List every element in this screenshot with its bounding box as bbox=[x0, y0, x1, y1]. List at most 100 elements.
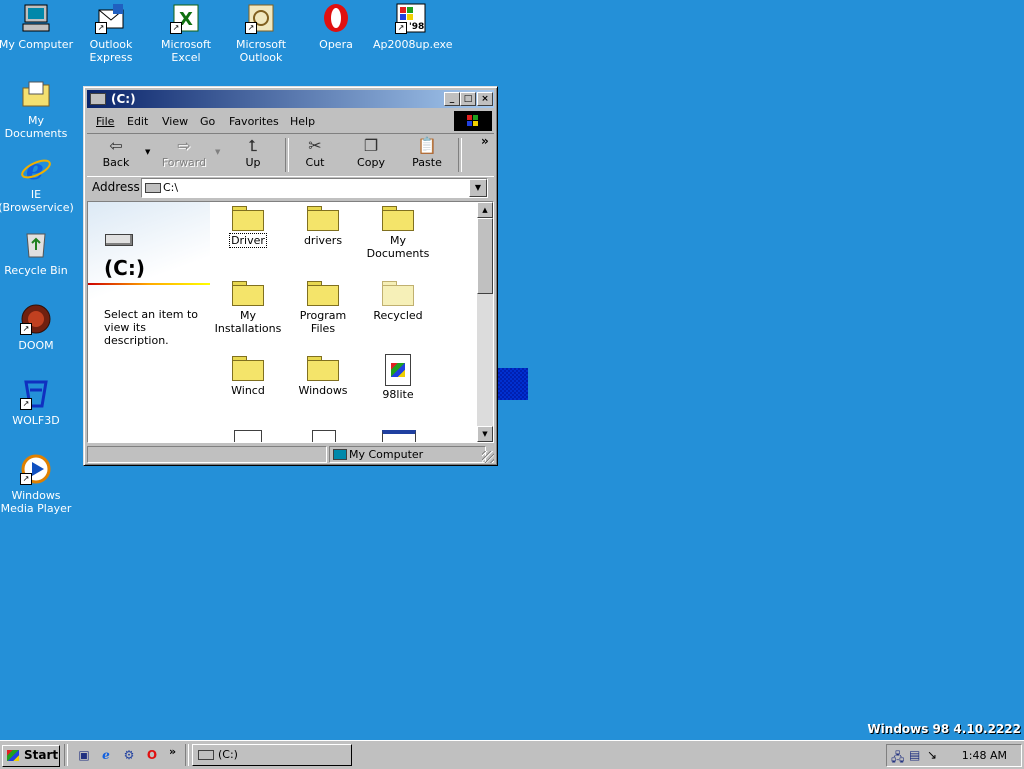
file-item-wincd[interactable]: Wincd bbox=[212, 356, 284, 397]
ie-icon[interactable]: e bbox=[98, 747, 114, 763]
status-bar: My Computer bbox=[87, 445, 494, 463]
clock[interactable]: 1:48 AM bbox=[962, 749, 1007, 762]
menu-edit[interactable]: Edit bbox=[127, 115, 148, 128]
desktop-icon-label: Opera bbox=[319, 38, 353, 51]
folder-icon bbox=[232, 356, 264, 381]
ie-icon: e bbox=[20, 152, 52, 186]
file-item-program-files[interactable]: Program Files bbox=[287, 281, 359, 335]
back-button[interactable]: ⇦ Back bbox=[91, 136, 141, 174]
desktop-icon-ie[interactable]: e IE (Browservice) bbox=[0, 152, 74, 214]
desktop-icon-label: Outlook Express bbox=[89, 38, 133, 64]
desktop-selection-artifact bbox=[496, 368, 528, 400]
window-titlebar[interactable]: (C:) _ □ × bbox=[87, 90, 494, 108]
drive-icon bbox=[90, 93, 106, 105]
opera-icon[interactable]: O bbox=[144, 747, 160, 763]
desktop-icon-label: My Documents bbox=[4, 114, 68, 140]
show-desktop-icon[interactable]: ▣ bbox=[76, 747, 92, 763]
desktop-icon-excel[interactable]: X ↗ Microsoft Excel bbox=[148, 2, 224, 64]
cut-button[interactable]: ✂ Cut bbox=[290, 136, 340, 174]
shortcut-arrow-icon: ↗ bbox=[395, 22, 407, 34]
shortcut-arrow-icon: ↗ bbox=[95, 22, 107, 34]
svg-text:e: e bbox=[26, 153, 44, 184]
toolbar-more-chevron[interactable]: » bbox=[481, 134, 489, 148]
desktop-icon-label: WOLF3D bbox=[12, 414, 60, 427]
title-divider bbox=[88, 283, 210, 285]
desktop-icon-recycle-bin[interactable]: Recycle Bin bbox=[0, 228, 74, 277]
scroll-up-button[interactable]: ▲ bbox=[477, 202, 493, 218]
menu-go[interactable]: Go bbox=[200, 115, 215, 128]
folder-icon bbox=[307, 206, 339, 231]
desktop-icon-opera[interactable]: Opera bbox=[298, 2, 374, 51]
close-button[interactable]: × bbox=[477, 92, 493, 106]
desktop-icon-outlook[interactable]: ↗ Microsoft Outlook bbox=[223, 2, 299, 64]
menu-help[interactable]: Help bbox=[290, 115, 315, 128]
desktop-icon-media-player[interactable]: ↗ Windows Media Player bbox=[0, 453, 74, 515]
desktop-icon-label: IE (Browservice) bbox=[0, 188, 74, 214]
back-dropdown-icon[interactable]: ▼ bbox=[145, 148, 150, 156]
desktop-icon-outlook-express[interactable]: ↗ Outlook Express bbox=[73, 2, 149, 64]
file-item-windows[interactable]: Windows bbox=[287, 356, 359, 397]
web-view-left-pane: (C:) Select an item to view its descript… bbox=[88, 202, 210, 442]
folder-icon bbox=[232, 206, 264, 231]
svg-text:'98: '98 bbox=[409, 22, 424, 32]
copy-button[interactable]: ❐ Copy bbox=[346, 136, 396, 174]
menu-favorites[interactable]: Favorites bbox=[229, 115, 279, 128]
file-item-partial[interactable] bbox=[234, 430, 262, 442]
computer-icon bbox=[20, 2, 52, 34]
toolbar: ⇦ Back ▼ ⇨ Forward ▼ ⮤ Up ✂ Cut ❐ Copy 📋… bbox=[87, 133, 494, 177]
address-field[interactable]: C:\ ▼ bbox=[141, 178, 488, 198]
desktop-icon-label: Windows Media Player bbox=[0, 489, 72, 515]
explorer-window[interactable]: (C:) _ □ × File Edit View Go Favorites H… bbox=[83, 86, 498, 466]
quicklaunch-more-chevron[interactable]: » bbox=[169, 745, 176, 758]
forward-button[interactable]: ⇨ Forward bbox=[159, 136, 209, 174]
file-item-driver[interactable]: Driver bbox=[212, 206, 284, 248]
scroll-down-button[interactable]: ▼ bbox=[477, 426, 493, 442]
shortcut-arrow-icon: ↗ bbox=[20, 398, 32, 410]
doom-icon: ↗ bbox=[20, 303, 52, 335]
address-dropdown-button[interactable]: ▼ bbox=[469, 179, 487, 197]
file-item-recycled[interactable]: Recycled bbox=[362, 281, 434, 322]
vertical-scrollbar[interactable]: ▲ ▼ bbox=[477, 202, 493, 442]
shortcut-arrow-icon: ↗ bbox=[20, 323, 32, 335]
desktop-icon-ap2008up[interactable]: '98 ↗ Ap2008up.exe bbox=[373, 2, 452, 51]
menu-view[interactable]: View bbox=[162, 115, 188, 128]
folder-documents-icon bbox=[20, 78, 52, 110]
folder-icon bbox=[232, 281, 264, 306]
minimize-button[interactable]: _ bbox=[444, 92, 460, 106]
toolbar-separator bbox=[285, 138, 289, 172]
scheduler-icon[interactable]: ▤ bbox=[909, 748, 920, 762]
windows-version-watermark: Windows 98 4.10.2222 bbox=[867, 722, 1021, 736]
menu-file[interactable]: File bbox=[96, 115, 114, 128]
file-item-my-documents[interactable]: My Documents bbox=[359, 206, 437, 260]
paste-button[interactable]: 📋 Paste bbox=[402, 136, 452, 174]
network-icon[interactable]: 🖧 bbox=[891, 748, 904, 769]
maximize-button[interactable]: □ bbox=[460, 92, 476, 106]
file-item-my-installations[interactable]: My Installations bbox=[212, 281, 284, 335]
scroll-thumb[interactable] bbox=[477, 218, 493, 294]
task-button-c-drive[interactable]: (C:) bbox=[192, 744, 352, 766]
desktop-icon-my-computer[interactable]: My Computer bbox=[0, 2, 74, 51]
taskbar: Start ▣ e ⚙ O » (C:) 🖧 ▤ ↘ 1:48 AM bbox=[0, 740, 1024, 769]
file-item-partial[interactable] bbox=[312, 430, 336, 442]
desktop-icon-my-documents[interactable]: My Documents bbox=[0, 78, 74, 140]
windows-logo-icon bbox=[454, 111, 492, 131]
up-button[interactable]: ⮤ Up bbox=[228, 136, 278, 174]
forward-dropdown-icon[interactable]: ▼ bbox=[215, 148, 220, 156]
up-folder-icon: ⮤ bbox=[248, 136, 258, 155]
volume-icon[interactable]: ↘ bbox=[927, 748, 937, 762]
desktop-icon-doom[interactable]: ↗ DOOM bbox=[0, 303, 74, 352]
file-item-98lite[interactable]: 98lite bbox=[362, 354, 434, 401]
desktop-icon-wolf3d[interactable]: ↗ WOLF3D bbox=[0, 378, 74, 427]
start-button[interactable]: Start bbox=[2, 745, 60, 767]
status-panel-main bbox=[87, 446, 327, 463]
resize-grip[interactable] bbox=[482, 451, 494, 463]
outlook-express-icon: ↗ bbox=[95, 2, 127, 34]
media-player-icon: ↗ bbox=[20, 453, 52, 485]
drive-title: (C:) bbox=[104, 256, 145, 280]
file-item-partial[interactable] bbox=[382, 430, 416, 442]
drive-icon bbox=[105, 234, 133, 246]
drive-icon bbox=[145, 183, 161, 193]
file-item-drivers[interactable]: drivers bbox=[287, 206, 359, 247]
channels-icon[interactable]: ⚙ bbox=[121, 747, 137, 763]
paste-icon: 📋 bbox=[417, 136, 437, 155]
